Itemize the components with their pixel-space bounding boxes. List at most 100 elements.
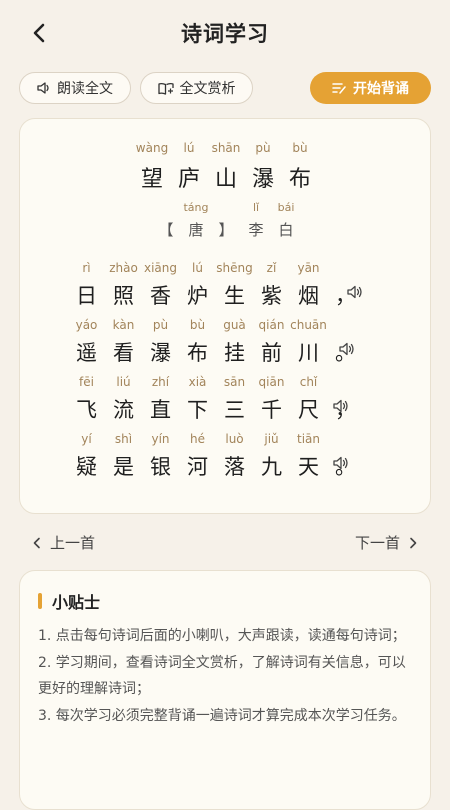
pinyin: shān bbox=[211, 141, 241, 155]
pinyin bbox=[327, 375, 364, 389]
read-all-button[interactable]: 朗读全文 bbox=[19, 72, 131, 104]
pinyin: pù bbox=[152, 318, 169, 332]
pinyin: guà bbox=[223, 318, 246, 332]
pinyin: chǐ bbox=[299, 375, 318, 389]
pinyin: yí bbox=[81, 432, 92, 446]
hanzi: 河 bbox=[187, 455, 208, 479]
hanzi: 银 bbox=[150, 455, 171, 479]
appreciate-button[interactable]: 全文赏析 bbox=[140, 72, 253, 104]
accent-bar bbox=[38, 593, 42, 609]
hanzi: 挂 bbox=[224, 341, 245, 365]
hanzi: 照 bbox=[113, 284, 134, 308]
prev-poem-button[interactable]: 上一首 bbox=[32, 532, 95, 553]
line-3-text: 飞 流 直 下 三 千 尺 ， bbox=[10, 394, 422, 424]
pinyin: bù bbox=[292, 141, 308, 155]
pinyin: yān bbox=[297, 261, 320, 275]
line-3-speaker-icon[interactable] bbox=[332, 398, 350, 414]
pinyin: jiǔ bbox=[264, 432, 279, 446]
book-icon bbox=[157, 82, 174, 95]
pinyin: yáo bbox=[75, 318, 98, 332]
pinyin: lǐ bbox=[252, 201, 260, 214]
hanzi: 【 bbox=[158, 221, 174, 239]
page-title: 诗词学习 bbox=[181, 22, 269, 46]
pinyin: liú bbox=[116, 375, 131, 389]
next-poem-button[interactable]: 下一首 bbox=[355, 532, 418, 553]
line-4-speaker-icon[interactable] bbox=[332, 455, 350, 471]
tips-title: 小贴士 bbox=[52, 593, 101, 612]
pinyin: kàn bbox=[112, 318, 135, 332]
tips-card: 小贴士 1. 点击每句诗词后面的小喇叭，大声跟读，读通每句诗词； 2. 学习期间… bbox=[19, 570, 431, 810]
header: 诗词学习 bbox=[0, 0, 450, 64]
pinyin: qián bbox=[258, 318, 285, 332]
hanzi: 生 bbox=[224, 284, 245, 308]
author-pinyin: táng lǐ bái bbox=[20, 201, 432, 214]
hanzi: 炉 bbox=[187, 284, 208, 308]
hanzi: 布 bbox=[187, 341, 208, 365]
tip-item: 3. 每次学习必须完整背诵一遍诗词才算完成本次学习任务。 bbox=[38, 707, 406, 724]
pinyin bbox=[327, 318, 364, 332]
line-4-pinyin: yí shì yín hé luò jiǔ tiān bbox=[10, 432, 422, 446]
start-recite-button[interactable]: 开始背诵 bbox=[310, 72, 431, 104]
hanzi: 庐 bbox=[177, 167, 200, 192]
pinyin: qiān bbox=[258, 375, 285, 389]
line-1-pinyin: rì zhào xiāng lú shēng zǐ yān bbox=[10, 261, 422, 275]
hanzi: 直 bbox=[150, 398, 171, 422]
pinyin: yín bbox=[151, 432, 170, 446]
speaker-icon bbox=[37, 82, 51, 94]
pinyin: táng bbox=[183, 201, 209, 214]
pinyin: lú bbox=[192, 261, 203, 275]
hanzi: 望 bbox=[140, 167, 163, 192]
pinyin: sān bbox=[223, 375, 246, 389]
pinyin: bái bbox=[277, 201, 295, 214]
pinyin: wàng bbox=[135, 141, 169, 155]
hanzi: 飞 bbox=[76, 398, 97, 422]
hanzi: 瀑 bbox=[150, 341, 171, 365]
line-2-pinyin: yáo kàn pù bù guà qián chuān bbox=[10, 318, 422, 332]
pinyin: zhí bbox=[151, 375, 170, 389]
pinyin: xiāng bbox=[143, 261, 177, 275]
hanzi: 唐 bbox=[188, 221, 204, 239]
hanzi: 九 bbox=[261, 455, 282, 479]
pinyin: lú bbox=[183, 141, 195, 155]
line-2-speaker-icon[interactable] bbox=[338, 341, 356, 357]
hanzi: 烟 bbox=[298, 284, 319, 308]
pinyin: fēi bbox=[79, 375, 94, 389]
poem-navigation: 上一首 下一首 bbox=[0, 532, 450, 556]
tip-item: 1. 点击每句诗词后面的小喇叭，大声跟读，读通每句诗词； bbox=[38, 628, 406, 644]
hanzi: 遥 bbox=[76, 341, 97, 365]
next-poem-label: 下一首 bbox=[354, 534, 400, 552]
pinyin: pù bbox=[255, 141, 271, 155]
pinyin bbox=[211, 201, 241, 214]
tips-list: 1. 点击每句诗词后面的小喇叭，大声跟读，读通每句诗词； 2. 学习期间，查看诗… bbox=[38, 623, 416, 729]
hanzi: 前 bbox=[261, 341, 282, 365]
hanzi: 白 bbox=[278, 221, 294, 239]
start-recite-label: 开始背诵 bbox=[353, 81, 409, 97]
line-2-text: 遥 看 瀑 布 挂 前 川 。 bbox=[10, 337, 422, 367]
line-1-speaker-icon[interactable] bbox=[346, 284, 364, 300]
tips-heading: 小贴士 bbox=[38, 589, 100, 613]
pinyin bbox=[327, 432, 364, 446]
hanzi: 川 bbox=[298, 341, 319, 365]
pinyin: luò bbox=[225, 432, 244, 446]
pinyin bbox=[151, 201, 181, 214]
hanzi: 紫 bbox=[261, 284, 282, 308]
appreciate-label: 全文赏析 bbox=[179, 81, 236, 97]
prev-poem-label: 上一首 bbox=[50, 534, 96, 552]
line-4-text: 疑 是 银 河 落 九 天 。 bbox=[10, 451, 422, 481]
poem-title: 望 庐 山 瀑 布 bbox=[20, 161, 432, 193]
pinyin: shēng bbox=[216, 261, 253, 275]
hanzi: 李 bbox=[248, 221, 264, 239]
read-all-label: 朗读全文 bbox=[57, 81, 113, 97]
pinyin bbox=[327, 261, 364, 275]
hanzi: 山 bbox=[214, 167, 237, 192]
tip-item: 2. 学习期间，查看诗词全文赏析，了解诗词有关信息，可以更好的理解诗词； bbox=[38, 654, 406, 698]
line-3-pinyin: fēi liú zhí xià sān qiān chǐ bbox=[10, 375, 422, 389]
pinyin: shì bbox=[114, 432, 133, 446]
pinyin: rì bbox=[82, 261, 91, 275]
poem-author: 【 唐 】 李 白 bbox=[20, 219, 432, 240]
pinyin: bù bbox=[189, 318, 206, 332]
hanzi: 尺 bbox=[298, 398, 319, 422]
chevron-right-icon bbox=[410, 537, 417, 548]
hanzi: 千 bbox=[261, 398, 282, 422]
hanzi: 布 bbox=[288, 167, 311, 192]
